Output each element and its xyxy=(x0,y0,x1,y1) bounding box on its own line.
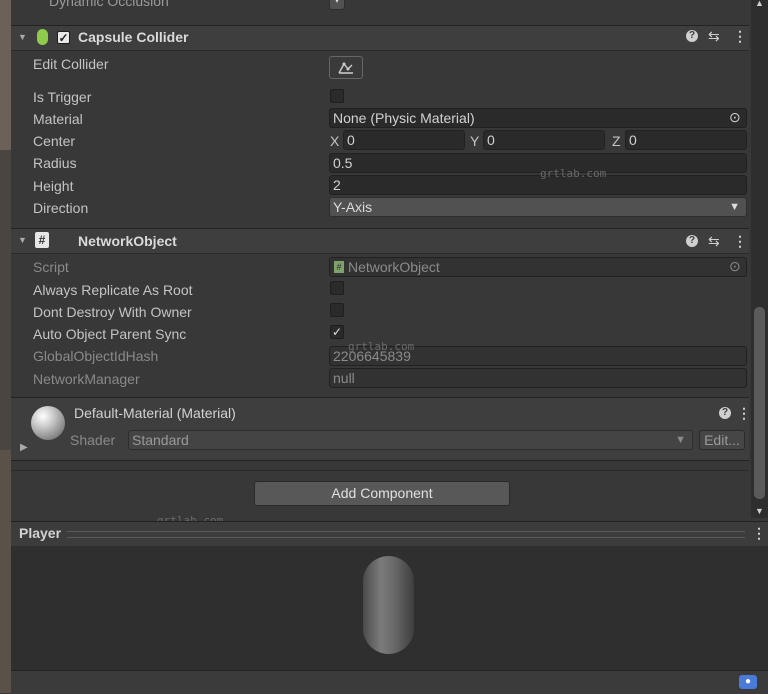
component-menu-icon[interactable]: ⋮ xyxy=(737,405,751,422)
preset-settings-icon[interactable]: ⇆ xyxy=(708,233,720,250)
center-z-field[interactable]: 0 xyxy=(625,130,747,150)
shader-dropdown[interactable]: Standard ▼ xyxy=(128,430,693,450)
chevron-down-icon: ▼ xyxy=(729,201,740,213)
height-label: Height xyxy=(33,178,74,194)
chevron-down-icon: ▼ xyxy=(675,434,686,446)
material-section: Default-Material (Material) ? ⋮ ▶ Shader… xyxy=(11,397,751,461)
object-picker-icon: ⊙ xyxy=(729,258,741,274)
preview-menu-icon[interactable]: ⋮ xyxy=(752,525,766,542)
help-icon[interactable]: ? xyxy=(686,235,698,247)
edit-collider-label: Edit Collider xyxy=(33,56,109,72)
foldout-arrow-icon[interactable]: ▼ xyxy=(18,32,27,42)
capsule-preview xyxy=(363,556,414,654)
direction-value: Y-Axis xyxy=(333,199,373,215)
material-label: Material xyxy=(33,111,83,127)
watermark: grtlab.com xyxy=(348,340,415,353)
shader-value: Standard xyxy=(132,432,189,448)
radius-field[interactable]: 0.5 xyxy=(329,153,747,173)
occlusion-row: Dynamic Occlusion ▾ xyxy=(11,0,749,26)
edit-collider-icon xyxy=(338,62,353,74)
direction-label: Direction xyxy=(33,200,89,216)
center-y-field[interactable]: 0 xyxy=(483,130,605,150)
material-field[interactable]: None (Physic Material) xyxy=(329,108,747,128)
capsule-collider-header[interactable]: ▼ ✓ Capsule Collider ? ⇆ ⋮ xyxy=(11,25,749,51)
script-file-icon: # xyxy=(334,261,344,273)
dont-destroy-label: Dont Destroy With Owner xyxy=(33,304,192,320)
preview-drag-handle[interactable] xyxy=(67,531,745,538)
always-replicate-checkbox[interactable] xyxy=(330,281,344,295)
help-icon[interactable]: ? xyxy=(686,30,698,42)
auto-parent-sync-checkbox[interactable]: ✓ xyxy=(330,325,344,339)
script-label: Script xyxy=(33,259,69,275)
capsule-collider-icon xyxy=(37,29,48,45)
script-icon: # xyxy=(35,232,49,248)
capsule-collider-enabled-checkbox[interactable]: ✓ xyxy=(57,31,70,44)
shader-edit-button[interactable]: Edit... xyxy=(699,430,745,450)
scroll-down-icon[interactable]: ▼ xyxy=(755,506,764,516)
direction-dropdown[interactable]: Y-Axis ▼ xyxy=(329,197,747,217)
dont-destroy-checkbox[interactable] xyxy=(330,303,344,317)
foldout-arrow-icon[interactable]: ▼ xyxy=(18,235,27,245)
preview-header[interactable]: Player ⋮ xyxy=(11,521,768,547)
object-picker-icon[interactable]: ⊙ xyxy=(729,109,741,126)
network-object-header[interactable]: ▼ # NetworkObject ? ⇆ ⋮ xyxy=(11,228,749,254)
height-field[interactable]: 2 xyxy=(329,175,747,195)
material-title: Default-Material (Material) xyxy=(74,405,236,421)
center-x-field[interactable]: 0 xyxy=(343,130,465,150)
watermark: grtlab.com xyxy=(540,167,607,180)
edit-collider-button[interactable] xyxy=(329,56,363,79)
preview-title: Player xyxy=(19,525,62,541)
scene-view-edge xyxy=(0,0,11,693)
scroll-up-icon[interactable]: ▲ xyxy=(755,0,764,8)
center-z-label[interactable]: Z xyxy=(612,133,621,149)
is-trigger-checkbox[interactable] xyxy=(330,89,344,103)
bottom-bar: ● xyxy=(11,670,768,694)
material-foldout-icon[interactable]: ▶ xyxy=(20,442,28,453)
global-object-id-hash-label: GlobalObjectIdHash xyxy=(33,348,159,364)
radius-label: Radius xyxy=(33,155,77,171)
is-trigger-label: Is Trigger xyxy=(33,89,92,105)
always-replicate-label: Always Replicate As Root xyxy=(33,282,193,298)
script-field: NetworkObject xyxy=(329,257,747,277)
preset-settings-icon[interactable]: ⇆ xyxy=(708,28,720,45)
network-manager-label: NetworkManager xyxy=(33,371,140,387)
network-manager-field: null xyxy=(329,368,747,388)
component-menu-icon[interactable]: ⋮ xyxy=(733,233,747,250)
shader-label: Shader xyxy=(70,432,116,448)
center-x-label[interactable]: X xyxy=(330,133,339,149)
preview-area[interactable] xyxy=(11,546,768,670)
material-preview-sphere xyxy=(31,406,65,440)
dynamic-occlusion-label: Dynamic Occlusion xyxy=(49,0,169,9)
scrollbar-thumb[interactable] xyxy=(754,307,765,499)
center-y-label[interactable]: Y xyxy=(470,133,479,149)
auto-parent-sync-label: Auto Object Parent Sync xyxy=(33,326,187,342)
dynamic-occlusion-dropdown[interactable]: ▾ xyxy=(329,0,345,10)
center-label: Center xyxy=(33,133,76,149)
help-icon[interactable]: ? xyxy=(719,407,731,419)
network-object-title: NetworkObject xyxy=(78,233,177,249)
asset-label-tag-icon[interactable]: ● xyxy=(739,675,757,689)
capsule-collider-title: Capsule Collider xyxy=(78,29,189,45)
add-component-button[interactable]: Add Component xyxy=(254,481,510,506)
component-menu-icon[interactable]: ⋮ xyxy=(733,28,747,45)
